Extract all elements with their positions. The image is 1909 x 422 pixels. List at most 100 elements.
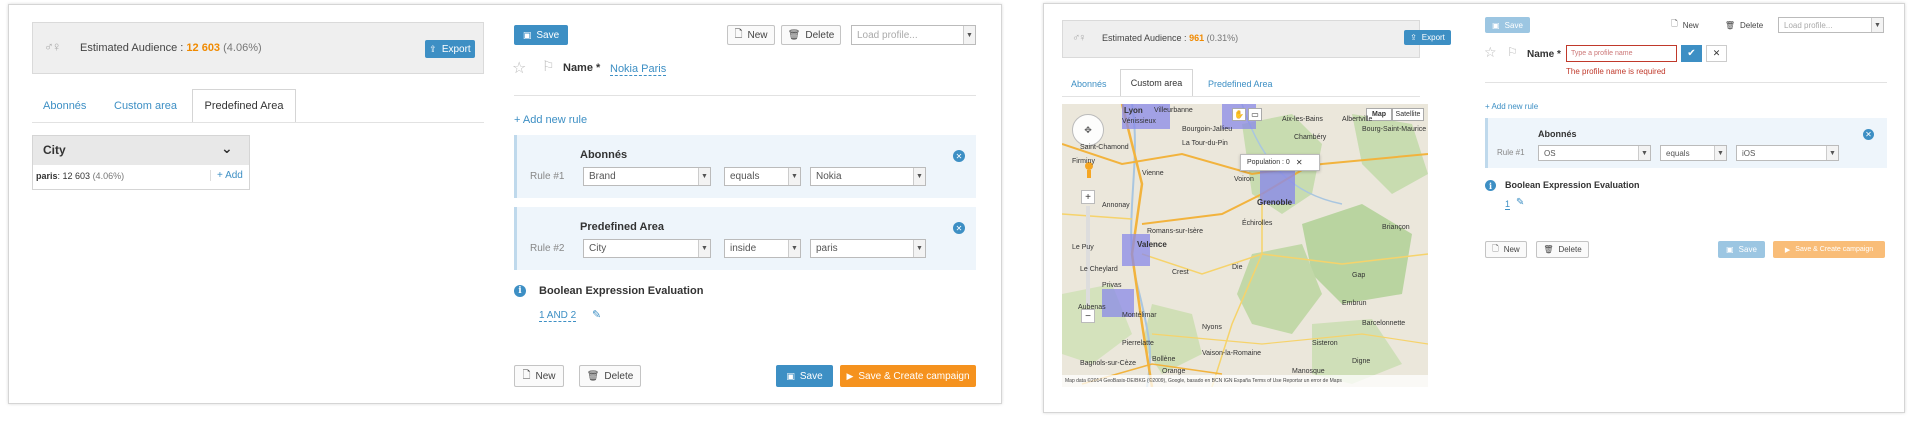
select-arrow-icon: ▼ (788, 168, 800, 185)
plus-icon: + (1485, 102, 1490, 111)
export-button[interactable]: ⇪ Export (425, 40, 475, 58)
add-new-rule-link-right[interactable]: + Add new rule (1485, 102, 1538, 111)
chevron-down-icon[interactable]: ⌄ (221, 140, 233, 157)
save-button-top-right[interactable]: ▣ Save (1485, 17, 1530, 33)
place-label: Chambéry (1294, 134, 1327, 141)
rule-1-remove-icon[interactable]: ✕ (953, 150, 965, 162)
export-icon: ⇪ (1410, 33, 1417, 42)
place-label: Gap (1352, 272, 1366, 279)
flag-icon[interactable]: ⚐ (542, 58, 555, 75)
place-label: Die (1232, 264, 1243, 271)
tab-predefined-area[interactable]: Predefined Area (192, 89, 296, 123)
delete-button-top-right[interactable]: 🗑 Delete (1720, 17, 1768, 33)
boolean-expression-right[interactable]: 1 (1505, 199, 1511, 210)
select-arrow-icon: ▼ (698, 240, 710, 257)
load-profile-select[interactable]: Load profile... ▼ (851, 25, 976, 45)
export-button-right[interactable]: ⇪ Export (1404, 30, 1451, 45)
pencil-icon-right[interactable]: ✎ (1516, 197, 1524, 208)
name-value[interactable]: Nokia Paris (610, 63, 667, 76)
save-button-top[interactable]: ▣ Save (514, 25, 568, 45)
tabs-baseline-right (1062, 96, 1420, 97)
trash-icon: 🗑 (1543, 245, 1554, 254)
load-profile-select-right[interactable]: Load profile... ▼ (1778, 17, 1884, 33)
tab-abonnes[interactable]: Abonnés (43, 100, 86, 112)
name-label: Name * (563, 62, 601, 74)
rule-1-value-select[interactable]: Nokia ▼ (810, 167, 926, 186)
tab-predefined-area-right[interactable]: Predefined Area (1208, 79, 1273, 89)
place-label: Le Puy (1072, 244, 1094, 251)
place-label: Crest (1172, 269, 1189, 276)
plus-icon: + (217, 170, 223, 181)
select-arrow-icon: ▼ (1871, 18, 1883, 32)
rule-1-operator-select-right[interactable]: equals ▼ (1660, 145, 1727, 161)
flag-icon-right[interactable]: ⚐ (1507, 45, 1518, 59)
profile-name-input[interactable]: Type a profile name (1566, 45, 1677, 62)
new-button-bottom-right[interactable]: 🗋 New (1485, 241, 1527, 258)
rule-1-title: Abonnés (580, 149, 628, 161)
tab-custom-area-right[interactable]: Custom area (1120, 69, 1193, 97)
rule-2-value-select[interactable]: paris ▼ (810, 239, 926, 258)
name-divider (514, 95, 976, 96)
place-label: Annonay (1102, 202, 1130, 209)
file-icon: 🗋 (522, 369, 531, 381)
rule-2-field-select[interactable]: City ▼ (583, 239, 711, 258)
audience-label: Estimated Audience : (80, 42, 184, 54)
tab-abonnes-right[interactable]: Abonnés (1071, 79, 1107, 89)
place-label: Grenoble (1257, 198, 1293, 207)
new-button-top-right[interactable]: 🗋 New (1664, 17, 1706, 33)
delete-button-top[interactable]: 🗑 Delete (781, 25, 841, 45)
rule-2-label: Rule #2 (530, 243, 565, 254)
pencil-icon[interactable]: ✎ (592, 308, 601, 321)
rule-2-operator-select[interactable]: inside ▼ (724, 239, 801, 258)
boolean-title-right: Boolean Expression Evaluation (1505, 180, 1640, 190)
floppy-icon: ▣ (786, 370, 795, 381)
floppy-icon: ▣ (522, 29, 532, 40)
save-button-bottom[interactable]: ▣ Save (776, 365, 833, 387)
save-create-campaign-button-right[interactable]: ▶ Save & Create campaign (1773, 241, 1885, 258)
delete-button-bottom-right[interactable]: 🗑 Delete (1536, 241, 1589, 258)
close-icon: ✕ (1712, 48, 1721, 58)
place-label: Albertville (1342, 116, 1373, 123)
audience-icon: ♂♀ (1072, 32, 1086, 44)
select-arrow-icon: ▼ (698, 168, 710, 185)
place-label: Briançon (1382, 224, 1410, 231)
audience-text-right: Estimated Audience : 961 (0.31%) (1102, 33, 1239, 43)
save-button-bottom-right[interactable]: ▣ Save (1718, 241, 1765, 258)
place-label: Nyons (1202, 324, 1222, 331)
rule-1-value-select-right[interactable]: iOS ▼ (1736, 145, 1839, 161)
rule-1-remove-icon-right[interactable]: ✕ (1863, 129, 1874, 140)
rule-2-remove-icon[interactable]: ✕ (953, 222, 965, 234)
tab-custom-area[interactable]: Custom area (114, 100, 177, 112)
add-city-button[interactable]: + Add (210, 170, 243, 181)
play-icon: ▶ (846, 370, 854, 381)
custom-area-map[interactable]: ✥ + − ✋ ▭ Map Satellite Population : 0 ✕… (1062, 104, 1428, 387)
map-labels: Lyon Villeurbanne Vénissieux Bourgoin-Ja… (1062, 104, 1428, 387)
place-label: Villeurbanne (1154, 107, 1193, 114)
cancel-name-button[interactable]: ✕ (1706, 45, 1727, 62)
boolean-expression[interactable]: 1 AND 2 (539, 310, 577, 322)
confirm-name-button[interactable]: ✔ (1681, 45, 1702, 62)
floppy-icon: ▣ (1726, 245, 1734, 254)
audience-text: Estimated Audience : 12 603 (4.06%) (80, 42, 262, 54)
audience-icon: ♂♀ (44, 39, 61, 54)
file-icon: 🗋 (1492, 243, 1499, 253)
tabs-baseline (32, 122, 484, 123)
rule-1-title-right: Abonnés (1538, 129, 1577, 139)
new-button-top[interactable]: 🗋 New (727, 25, 775, 45)
rule-1-operator-select[interactable]: equals ▼ (724, 167, 801, 186)
star-icon[interactable]: ☆ (512, 58, 526, 78)
rule-1-field-select-right[interactable]: OS ▼ (1538, 145, 1651, 161)
rule-1-field-select[interactable]: Brand ▼ (583, 167, 711, 186)
place-label: Voiron (1234, 176, 1254, 183)
place-label: Aubenas (1078, 304, 1106, 311)
add-new-rule-link[interactable]: + Add new rule (514, 114, 587, 126)
save-create-campaign-button[interactable]: ▶ Save & Create campaign (840, 365, 976, 387)
city-title: City (43, 143, 66, 157)
new-button-bottom[interactable]: 🗋 New (514, 365, 564, 387)
select-arrow-icon: ▼ (913, 168, 925, 185)
play-icon: ▶ (1784, 246, 1791, 254)
star-icon-right[interactable]: ☆ (1484, 44, 1497, 61)
trash-icon: 🗑 (586, 370, 600, 382)
delete-button-bottom[interactable]: 🗑 Delete (579, 365, 641, 387)
place-label: Barcelonnette (1362, 320, 1406, 327)
